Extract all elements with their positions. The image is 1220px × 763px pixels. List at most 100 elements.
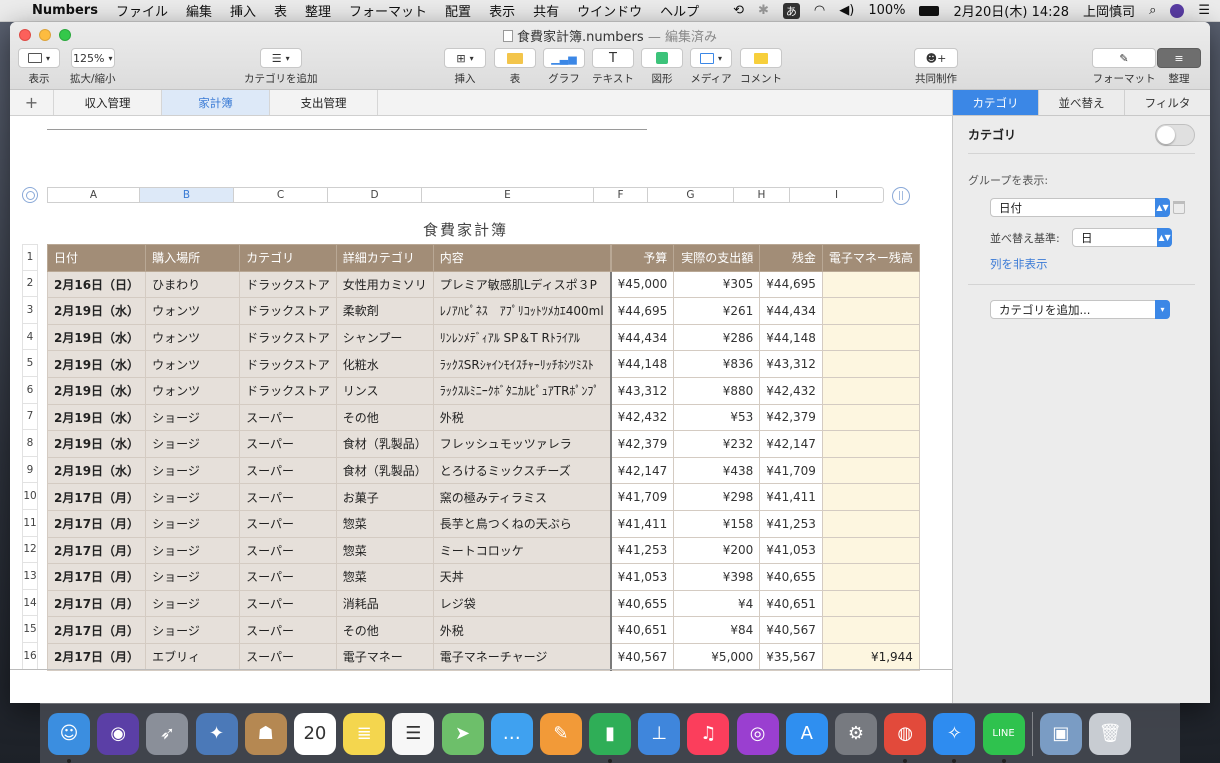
table-cell[interactable]: ひまわり — [145, 270, 241, 299]
siri-menu-icon[interactable] — [1170, 3, 1185, 18]
table-cell[interactable]: ¥43,312 — [609, 376, 675, 405]
table-cell[interactable]: スーパー — [239, 456, 337, 485]
menu-share[interactable]: 共有 — [533, 1, 559, 20]
row-number[interactable]: 16 — [22, 642, 38, 670]
table-cell[interactable]: ¥42,379 — [759, 403, 823, 432]
trash-icon[interactable] — [1173, 201, 1185, 214]
tab-sort[interactable]: 並べ替え — [1039, 90, 1125, 115]
table-cell[interactable] — [821, 483, 920, 511]
table-cell[interactable]: スーパー — [239, 642, 337, 671]
table-cell[interactable]: ¥305 — [673, 270, 761, 299]
table-cell[interactable]: 惣菜 — [335, 509, 434, 538]
table-cell[interactable]: ¥1,944 — [821, 642, 920, 671]
table-cell[interactable]: 女性用カミソリ — [335, 270, 434, 299]
table-cell[interactable]: 2月17日（月） — [46, 616, 147, 644]
menu-edit[interactable]: 編集 — [186, 1, 212, 20]
table-cell[interactable]: リンス — [335, 376, 434, 405]
insert-button[interactable]: ⊞ ▾ — [444, 48, 486, 68]
volume-icon[interactable]: ◀) — [839, 3, 854, 18]
system-preferences-icon[interactable]: ⚙ — [835, 712, 877, 755]
organize-button[interactable]: ≡ — [1157, 48, 1201, 68]
menu-window[interactable]: ウインドウ — [577, 1, 642, 20]
chart-button[interactable]: ▁▃▅ — [543, 48, 585, 68]
table-cell[interactable]: 2月17日（月） — [46, 536, 147, 565]
column-resize-handle[interactable]: || — [892, 187, 910, 205]
table-cell[interactable]: 柔軟剤 — [335, 297, 434, 325]
categories-toggle[interactable] — [1155, 123, 1195, 146]
table-cell[interactable] — [821, 589, 920, 618]
table-cell[interactable] — [821, 270, 920, 299]
table-cell[interactable]: ¥42,147 — [759, 430, 823, 458]
table-cell[interactable]: その他 — [335, 616, 434, 644]
row-number[interactable]: 4 — [22, 323, 38, 351]
table-cell[interactable]: スーパー — [239, 403, 337, 432]
table-cell[interactable]: ¥41,411 — [609, 509, 675, 538]
trash-icon[interactable]: 🗑 — [1089, 712, 1132, 755]
input-source-indicator[interactable]: あ — [782, 2, 800, 19]
row-number[interactable]: 11 — [22, 509, 38, 537]
numbers-icon[interactable]: ▮ — [589, 712, 632, 763]
table-cell[interactable]: ¥158 — [673, 509, 761, 538]
table-cell[interactable]: ¥398 — [673, 563, 761, 591]
comment-button[interactable] — [740, 48, 782, 68]
table-cell[interactable]: シャンプー — [335, 323, 434, 352]
table-cell[interactable] — [821, 350, 920, 378]
table-cell[interactable]: ¥298 — [673, 483, 761, 511]
table-cell[interactable]: ¥286 — [673, 323, 761, 352]
row-number[interactable]: 5 — [22, 350, 38, 377]
table-cell[interactable]: ¥41,253 — [609, 536, 675, 565]
budget-table[interactable]: 日付 購入場所 カテゴリ 詳細カテゴリ 内容 予算 実際の支出額 残金 電子マネー残高 2月16日… — [46, 244, 920, 671]
table-cell[interactable]: スーパー — [239, 589, 337, 618]
table-cell[interactable]: ウォンツ — [145, 350, 241, 378]
tab-categories[interactable]: カテゴリ — [953, 90, 1039, 115]
row-number[interactable]: 3 — [22, 297, 38, 324]
notes-icon[interactable]: ≣ — [343, 712, 386, 755]
add-category-button[interactable]: ☰ ▾ — [259, 48, 302, 68]
table-cell[interactable]: ﾚﾉｱﾊﾋﾟﾈｽ ｱﾌﾟﾘｺｯﾄﾂﾒｶｴ400ml — [432, 297, 612, 325]
zoom-button[interactable]: 125% ▾ — [70, 48, 115, 68]
table-cell[interactable]: 電子マネーチャージ — [432, 642, 612, 671]
table-cell[interactable]: 外税 — [432, 616, 612, 644]
row-number[interactable]: 7 — [22, 403, 38, 431]
row-number[interactable]: 15 — [22, 616, 38, 643]
column-header[interactable]: B — [139, 187, 233, 203]
table-cell[interactable]: ¥836 — [673, 350, 761, 378]
row-number[interactable]: 13 — [22, 563, 38, 590]
column-header[interactable]: I — [789, 187, 884, 203]
shape-button[interactable] — [641, 48, 683, 68]
header-cell[interactable]: 詳細カテゴリ — [335, 244, 434, 272]
menu-user-name[interactable]: 上岡慎司 — [1083, 1, 1135, 20]
table-cell[interactable]: ウォンツ — [145, 323, 241, 352]
header-cell[interactable]: カテゴリ — [239, 244, 337, 272]
table-cell[interactable]: レジ袋 — [432, 589, 612, 618]
table-cell[interactable]: ¥44,148 — [759, 323, 823, 352]
row-number[interactable]: 12 — [22, 536, 38, 564]
table-cell[interactable]: ショージ — [145, 536, 241, 565]
messages-icon[interactable]: … — [490, 712, 533, 755]
table-cell[interactable]: 2月19日（水） — [46, 297, 147, 325]
menu-help[interactable]: ヘルプ — [660, 1, 699, 20]
table-cell[interactable]: ¥44,695 — [759, 270, 823, 299]
row-number[interactable]: 2 — [22, 270, 38, 298]
table-cell[interactable]: 惣菜 — [335, 536, 434, 565]
table-cell[interactable]: スーパー — [239, 616, 337, 644]
menu-insert[interactable]: 挿入 — [230, 1, 256, 20]
header-cell[interactable]: 実際の支出額 — [673, 244, 761, 272]
table-cell[interactable]: ﾗｯｸｽSRｼｬｲﾝﾓｲｽﾁｬｰﾘｯﾁﾎｼﾂﾐｽﾄ — [432, 350, 612, 378]
line-icon[interactable]: LINE — [982, 712, 1025, 763]
menu-arrange[interactable]: 配置 — [445, 1, 471, 20]
table-cell[interactable]: 2月19日（水） — [46, 456, 147, 485]
table-cell[interactable]: ¥880 — [673, 376, 761, 405]
column-header[interactable]: H — [733, 187, 789, 203]
app-store-icon[interactable]: A — [785, 712, 828, 755]
table-cell[interactable]: 2月19日（水） — [46, 323, 147, 352]
table-cell[interactable] — [821, 616, 920, 644]
table-cell[interactable]: その他 — [335, 403, 434, 432]
table-cell[interactable]: ショージ — [145, 616, 241, 644]
table-cell[interactable]: ¥53 — [673, 403, 761, 432]
column-header[interactable]: A — [47, 187, 139, 203]
table-cell[interactable]: スーパー — [239, 509, 337, 538]
row-number[interactable]: 8 — [22, 430, 38, 457]
table-cell[interactable]: 2月19日（水） — [46, 350, 147, 378]
table-cell[interactable]: 惣菜 — [335, 563, 434, 591]
